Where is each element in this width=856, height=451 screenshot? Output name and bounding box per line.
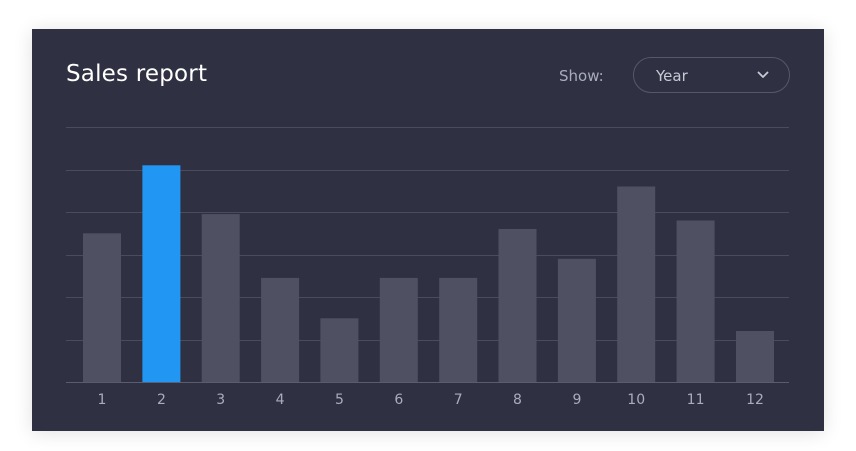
x-tick-label-5: 5 [335, 392, 344, 408]
sales-bar-chart: 1 2 3 4 5 6 7 8 9 10 11 12 [66, 127, 789, 408]
x-tick-label-12: 12 [746, 392, 764, 408]
x-tick-label-8: 8 [513, 392, 522, 408]
bar-12[interactable] [736, 331, 774, 382]
bar-9[interactable] [557, 258, 596, 383]
x-tick-label-1: 1 [98, 392, 107, 408]
x-tick-label-9: 9 [572, 392, 581, 408]
bar-6[interactable] [379, 277, 418, 382]
x-tick-label-4: 4 [276, 392, 285, 408]
bar-11[interactable] [676, 220, 715, 383]
x-tick-label-3: 3 [216, 392, 225, 408]
sales-report-card: Sales report Show: Year 1 2 3 4 5 6 7 8 9 10 11 12 [32, 29, 824, 431]
bar-3[interactable] [201, 214, 240, 382]
x-tick-label-10: 10 [627, 392, 645, 408]
bar-10[interactable] [617, 186, 656, 383]
bar-1[interactable] [83, 233, 121, 383]
bar-8[interactable] [498, 229, 537, 382]
bar-7[interactable] [439, 277, 478, 382]
bar-2[interactable] [142, 165, 181, 383]
bar-5[interactable] [320, 318, 359, 383]
x-tick-label-6: 6 [394, 392, 403, 408]
bar-4[interactable] [261, 277, 300, 382]
x-tick-label-7: 7 [454, 392, 463, 408]
x-tick-label-11: 11 [687, 392, 705, 408]
x-tick-label-2: 2 [157, 392, 166, 408]
